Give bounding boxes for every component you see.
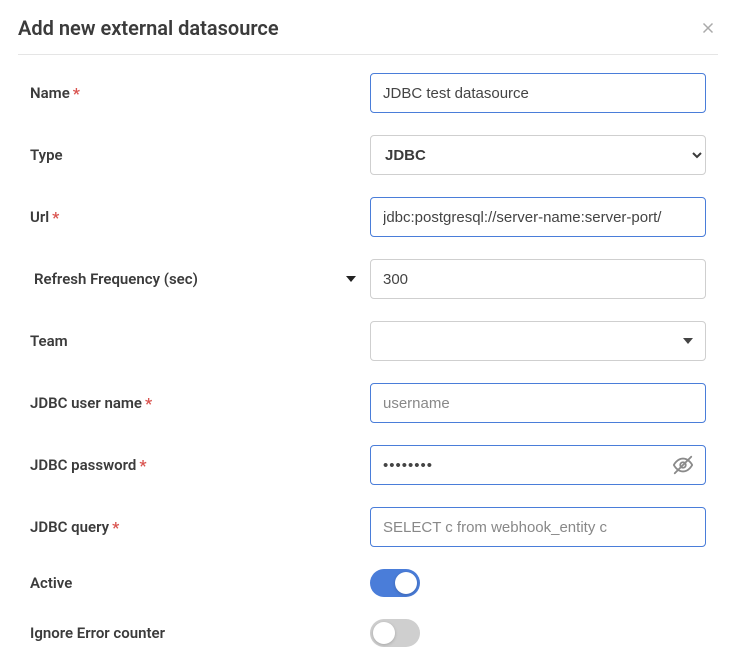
eye-off-icon[interactable] [672, 454, 694, 476]
row-jdbc-query: JDBC query * [30, 507, 706, 547]
close-button[interactable] [698, 18, 718, 38]
active-toggle[interactable] [370, 569, 420, 597]
type-select[interactable]: JDBC [370, 135, 706, 175]
close-icon [699, 19, 717, 37]
label-refresh: Refresh Frequency (sec) [30, 270, 370, 288]
label-active: Active [30, 574, 370, 592]
label-jdbc-query: JDBC query * [30, 518, 370, 537]
row-ignore-error: Ignore Error counter [30, 619, 706, 647]
modal-header: Add new external datasource [18, 16, 718, 55]
add-datasource-modal: Add new external datasource Name * Type … [0, 0, 736, 647]
label-jdbc-user: JDBC user name * [30, 394, 370, 413]
row-type: Type JDBC [30, 135, 706, 175]
chevron-down-icon[interactable] [346, 276, 356, 282]
form: Name * Type JDBC Url * [18, 73, 718, 647]
refresh-input[interactable] [370, 259, 706, 299]
row-jdbc-user: JDBC user name * [30, 383, 706, 423]
label-url: Url * [30, 208, 370, 227]
label-type: Type [30, 146, 370, 164]
chevron-down-icon [683, 338, 693, 344]
name-input[interactable] [370, 73, 706, 113]
row-refresh: Refresh Frequency (sec) [30, 259, 706, 299]
row-jdbc-pass: JDBC password * [30, 445, 706, 485]
jdbc-password-input[interactable] [370, 445, 706, 485]
label-jdbc-pass: JDBC password * [30, 456, 370, 475]
label-ignore-error: Ignore Error counter [30, 624, 370, 642]
row-team: Team [30, 321, 706, 361]
modal-title: Add new external datasource [18, 16, 279, 40]
ignore-error-toggle[interactable] [370, 619, 420, 647]
row-name: Name * [30, 73, 706, 113]
label-team: Team [30, 332, 370, 350]
row-active: Active [30, 569, 706, 597]
jdbc-query-input[interactable] [370, 507, 706, 547]
url-input[interactable] [370, 197, 706, 237]
jdbc-user-input[interactable] [370, 383, 706, 423]
label-name: Name * [30, 84, 370, 103]
row-url: Url * [30, 197, 706, 237]
team-select[interactable] [370, 321, 706, 361]
